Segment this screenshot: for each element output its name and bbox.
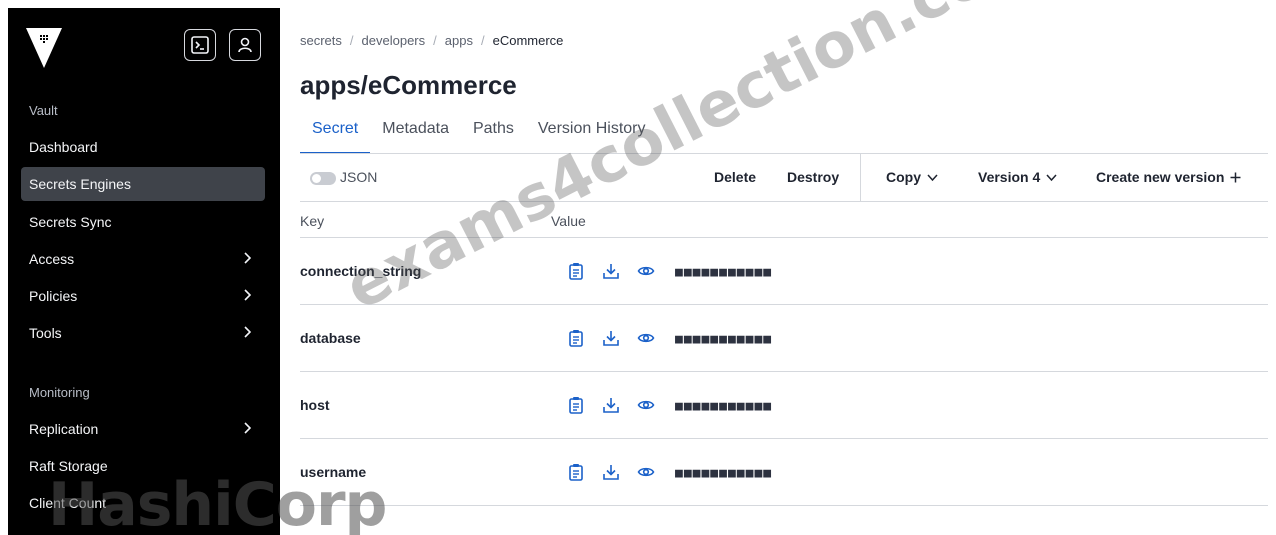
page-title: apps/eCommerce xyxy=(300,70,517,100)
column-header-key: Key xyxy=(300,213,325,229)
sidebar-item-label: Dashboard xyxy=(29,139,98,155)
nav-section-vault: Vault xyxy=(29,103,58,118)
sidebar-item-label: Replication xyxy=(29,421,99,437)
clipboard-icon xyxy=(569,330,583,347)
copy-secret-button[interactable] xyxy=(567,262,585,280)
secret-key: host xyxy=(300,397,330,413)
column-header-value: Value xyxy=(551,213,586,229)
sidebar-item-label: Secrets Engines xyxy=(29,176,131,192)
tab-secret[interactable]: Secret xyxy=(300,116,371,154)
sidebar-item-secrets-engines[interactable]: Secrets Engines xyxy=(21,167,265,201)
terminal-icon xyxy=(191,36,209,54)
tab-version-history[interactable]: Version History xyxy=(526,116,658,154)
toolbar-divider xyxy=(860,154,861,201)
tab-paths[interactable]: Paths xyxy=(461,116,526,154)
breadcrumb: secrets / developers / apps / eCommerce xyxy=(300,33,563,48)
sidebar: Vault Dashboard Secrets Engines Secrets … xyxy=(8,8,280,535)
sidebar-item-dashboard[interactable]: Dashboard xyxy=(21,130,265,164)
sidebar-item-client-count[interactable]: Client Count xyxy=(21,486,265,520)
download-secret-button[interactable] xyxy=(602,396,620,414)
chevron-right-icon xyxy=(244,326,251,338)
clipboard-icon xyxy=(569,397,583,414)
copy-dropdown-button[interactable]: Copy xyxy=(886,169,938,185)
download-secret-button[interactable] xyxy=(602,262,620,280)
table-row: host ■■■■■■■■■■■ xyxy=(300,372,1268,439)
table-row: database ■■■■■■■■■■■ xyxy=(300,305,1268,372)
download-secret-button[interactable] xyxy=(602,329,620,347)
sidebar-item-label: Policies xyxy=(29,288,78,304)
sidebar-item-label: Raft Storage xyxy=(29,458,108,474)
json-toggle[interactable] xyxy=(310,172,336,185)
terminal-button[interactable] xyxy=(184,29,216,61)
create-label: Create new version xyxy=(1096,169,1225,185)
masked-value: ■■■■■■■■■■■ xyxy=(675,399,773,414)
user-icon xyxy=(238,37,252,53)
breadcrumb-current: eCommerce xyxy=(492,33,564,48)
eye-icon xyxy=(637,400,655,410)
clipboard-icon xyxy=(569,464,583,481)
sidebar-item-secrets-sync[interactable]: Secrets Sync xyxy=(21,205,265,239)
chevron-right-icon xyxy=(244,422,251,434)
secret-key: username xyxy=(300,464,367,480)
eye-icon xyxy=(637,266,655,276)
sidebar-item-policies[interactable]: Policies xyxy=(21,279,265,313)
breadcrumb-separator: / xyxy=(433,33,437,48)
destroy-button[interactable]: Destroy xyxy=(787,169,839,185)
eye-icon xyxy=(637,333,655,343)
clipboard-icon xyxy=(569,263,583,280)
tab-bar: Secret Metadata Paths Version History xyxy=(300,116,657,154)
copy-label: Copy xyxy=(886,169,921,185)
toolbar: JSON Delete Destroy Copy Version 4 Creat… xyxy=(300,154,1268,202)
copy-secret-button[interactable] xyxy=(567,396,585,414)
plus-icon xyxy=(1230,172,1241,182)
download-icon xyxy=(603,465,619,480)
copy-secret-button[interactable] xyxy=(567,463,585,481)
user-menu-button[interactable] xyxy=(229,29,261,61)
reveal-secret-button[interactable] xyxy=(637,396,655,414)
version-label: Version 4 xyxy=(978,169,1041,185)
reveal-secret-button[interactable] xyxy=(637,463,655,481)
breadcrumb-secrets[interactable]: secrets xyxy=(300,33,342,48)
tab-metadata[interactable]: Metadata xyxy=(370,116,461,154)
secret-key: connection_string xyxy=(300,263,422,279)
breadcrumb-separator: / xyxy=(349,33,354,48)
sidebar-item-access[interactable]: Access xyxy=(21,242,265,276)
breadcrumb-separator: / xyxy=(480,33,485,48)
reveal-secret-button[interactable] xyxy=(637,329,655,347)
main-content: secrets / developers / apps / eCommerce … xyxy=(280,8,1276,535)
json-toggle-label: JSON xyxy=(340,169,378,185)
sidebar-item-label: Tools xyxy=(29,325,62,341)
masked-value: ■■■■■■■■■■■ xyxy=(675,332,773,347)
eye-icon xyxy=(637,467,655,477)
create-new-version-button[interactable]: Create new version xyxy=(1096,169,1241,185)
chevron-right-icon xyxy=(244,252,251,264)
sidebar-item-label: Access xyxy=(29,251,75,267)
copy-secret-button[interactable] xyxy=(567,329,585,347)
download-secret-button[interactable] xyxy=(602,463,620,481)
sidebar-item-label: Client Count xyxy=(29,495,107,511)
download-icon xyxy=(603,264,619,279)
sidebar-item-raft-storage[interactable]: Raft Storage xyxy=(21,449,265,483)
masked-value: ■■■■■■■■■■■ xyxy=(675,466,773,481)
masked-value: ■■■■■■■■■■■ xyxy=(675,265,773,280)
sidebar-item-replication[interactable]: Replication xyxy=(21,412,265,446)
vault-logo-icon[interactable] xyxy=(24,24,64,72)
table-row: username ■■■■■■■■■■■ xyxy=(300,439,1268,506)
chevron-right-icon xyxy=(244,289,251,301)
chevron-down-icon xyxy=(927,173,938,181)
table-row: connection_string ■■■■■■■■■■■ xyxy=(300,238,1268,305)
reveal-secret-button[interactable] xyxy=(637,262,655,280)
nav-section-monitoring: Monitoring xyxy=(29,385,90,400)
version-dropdown-button[interactable]: Version 4 xyxy=(978,169,1057,185)
sidebar-item-label: Secrets Sync xyxy=(29,214,112,230)
sidebar-item-tools[interactable]: Tools xyxy=(21,316,265,350)
delete-button[interactable]: Delete xyxy=(714,169,756,185)
download-icon xyxy=(603,331,619,346)
download-icon xyxy=(603,398,619,413)
chevron-down-icon xyxy=(1046,173,1057,181)
breadcrumb-developers[interactable]: developers xyxy=(362,33,426,48)
breadcrumb-apps[interactable]: apps xyxy=(445,33,473,48)
secret-key: database xyxy=(300,330,361,346)
